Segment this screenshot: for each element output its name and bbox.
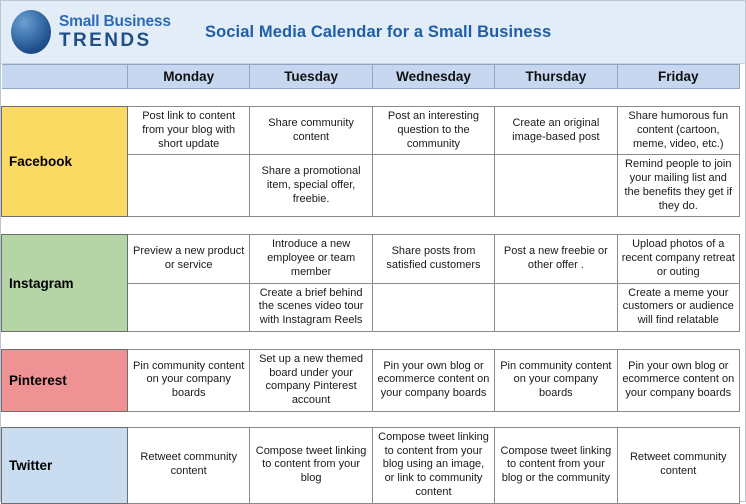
cell-twitter-monday: Retweet community content — [126, 426, 251, 504]
cell-pinterest-thursday: Pin community content on your company bo… — [494, 348, 618, 412]
cell-facebook-thursday: Create an original image-based post — [494, 105, 618, 156]
cell-instagram-wednesday-2 — [371, 282, 496, 332]
cell-instagram-tuesday: Introduce a new employee or team member — [249, 234, 373, 284]
column-header-friday: Friday — [616, 64, 740, 89]
cell-facebook-monday: Post link to content from your blog with… — [126, 105, 251, 156]
cell-instagram-monday: Preview a new product or service — [126, 234, 251, 284]
spacer-cell — [1, 331, 740, 350]
table-row: Pinterest Pin community content on your … — [1, 348, 740, 412]
cell-facebook-wednesday-2 — [371, 154, 496, 218]
calendar-page: Small Business TRENDS Social Media Calen… — [0, 0, 746, 504]
cell-twitter-tuesday: Compose tweet linking to content from yo… — [249, 426, 373, 504]
cell-facebook-friday-2: Remind people to join your mailing list … — [616, 154, 740, 218]
spacer-row — [1, 216, 740, 235]
page-banner: Small Business TRENDS Social Media Calen… — [1, 1, 745, 64]
cell-twitter-friday: Retweet community content — [616, 426, 740, 504]
cell-instagram-monday-2 — [126, 282, 251, 332]
cell-instagram-wednesday: Share posts from satisfied customers — [371, 234, 496, 284]
table-row: Twitter Retweet community content Compos… — [1, 426, 740, 504]
cell-instagram-friday: Upload photos of a recent company retrea… — [616, 234, 740, 284]
cell-facebook-tuesday: Share community content — [249, 105, 373, 156]
cell-facebook-tuesday-2: Share a promotional item, special offer,… — [249, 154, 373, 218]
circle-logo-icon — [11, 10, 51, 54]
table-header-row: Monday Tuesday Wednesday Thursday Friday — [1, 64, 740, 89]
cell-pinterest-monday: Pin community content on your company bo… — [126, 348, 251, 412]
column-header-thursday: Thursday — [494, 64, 618, 89]
platform-label-facebook: Facebook — [1, 105, 128, 218]
cell-pinterest-wednesday: Pin your own blog or ecommerce content o… — [371, 348, 496, 412]
spacer-cell — [1, 216, 740, 235]
spacer-cell — [1, 411, 740, 428]
cell-facebook-thursday-2 — [494, 154, 618, 218]
brand-logo-text: Small Business TRENDS — [59, 14, 171, 50]
cell-facebook-wednesday: Post an interesting question to the comm… — [371, 105, 496, 156]
table-row: Instagram Preview a new product or servi… — [1, 234, 740, 332]
cell-facebook-friday: Share humorous fun content (cartoon, mem… — [616, 105, 740, 156]
cell-twitter-thursday: Compose tweet linking to content from yo… — [494, 426, 618, 504]
platform-label-instagram: Instagram — [1, 234, 128, 332]
header-corner-cell — [1, 64, 128, 89]
column-header-monday: Monday — [126, 64, 251, 89]
page-title: Social Media Calendar for a Small Busine… — [205, 22, 552, 41]
cell-instagram-tuesday-2: Create a brief behind the scenes video t… — [249, 282, 373, 332]
brand-name-line2: TRENDS — [59, 29, 152, 51]
spacer-cell — [1, 88, 740, 107]
brand-name-line1: Small Business — [59, 13, 171, 31]
spacer-row — [1, 411, 740, 428]
column-header-wednesday: Wednesday — [371, 64, 496, 89]
social-media-calendar-table: Monday Tuesday Wednesday Thursday Friday… — [1, 64, 740, 504]
platform-label-pinterest: Pinterest — [1, 348, 128, 412]
spacer-row — [1, 88, 740, 107]
cell-pinterest-friday: Pin your own blog or ecommerce content o… — [616, 348, 740, 412]
cell-pinterest-tuesday: Set up a new themed board under your com… — [249, 348, 373, 412]
cell-facebook-monday-2 — [126, 154, 251, 218]
brand-logo: Small Business TRENDS — [1, 10, 191, 54]
column-header-tuesday: Tuesday — [249, 64, 373, 89]
cell-twitter-wednesday: Compose tweet linking to content from yo… — [371, 426, 496, 504]
platform-label-twitter: Twitter — [1, 426, 128, 504]
cell-instagram-friday-2: Create a meme your customers or audience… — [616, 282, 740, 332]
table-row: Facebook Post link to content from your … — [1, 105, 740, 218]
cell-instagram-thursday-2 — [494, 282, 618, 332]
cell-instagram-thursday: Post a new freebie or other offer . — [494, 234, 618, 284]
spacer-row — [1, 331, 740, 350]
